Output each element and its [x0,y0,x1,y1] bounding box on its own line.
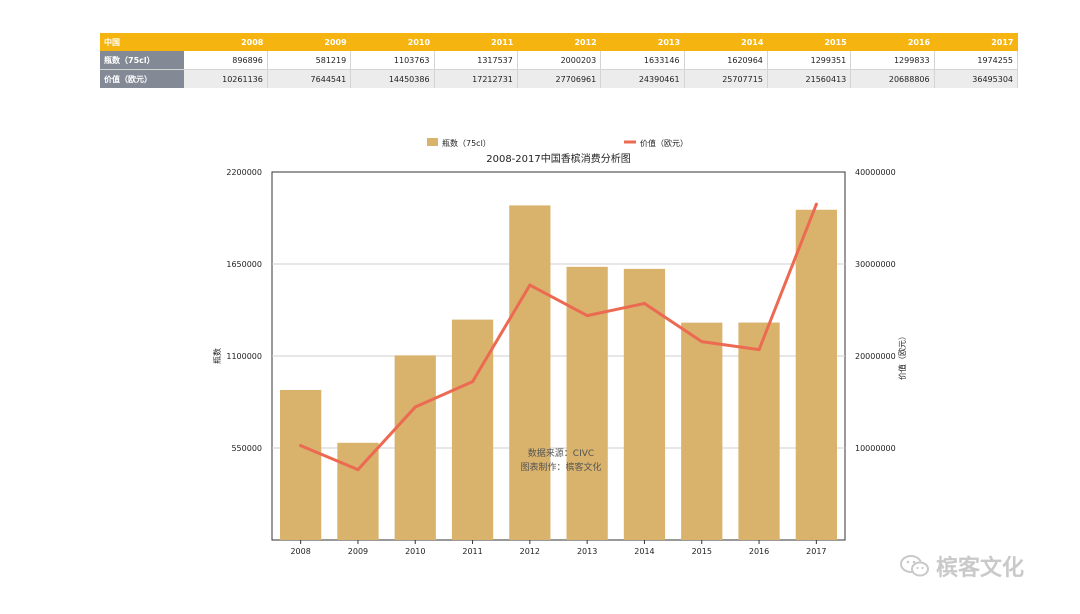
bar [394,355,436,540]
x-tick-label: 2013 [577,547,597,556]
y-tick-label-right: 30000000 [855,260,896,269]
line-point [413,405,417,409]
line-point [356,468,360,472]
wechat-icon [900,555,929,577]
y-tick-label-left: 2200000 [226,168,262,177]
x-tick-label: 2015 [692,547,712,556]
y-axis-label-right: 价值（欧元） [897,332,907,380]
y-axis-label-left: 瓶数 [212,348,222,364]
bar [681,322,723,540]
y-tick-label-right: 40000000 [855,168,896,177]
bar [451,319,494,540]
legend-label-line: 价值（欧元） [640,138,688,148]
x-tick-label: 2008 [290,547,310,556]
y-tick-label-right: 20000000 [855,352,896,361]
x-tick-label: 2011 [462,547,482,556]
line-point [700,340,704,344]
bar [280,389,322,540]
line-point [299,444,303,448]
line-point [528,283,532,287]
watermark: 槟客文化 [900,550,1024,582]
x-tick-label: 2009 [348,547,368,556]
bar [738,322,780,540]
y-tick-label-right: 10000000 [855,444,896,453]
line-point [642,301,646,305]
x-tick-label: 2012 [520,547,540,556]
x-tick-label: 2010 [405,547,425,556]
line-point [585,314,589,318]
legend-label-bar: 瓶数（75cl） [442,138,491,148]
line-point [814,202,818,206]
bar [623,268,666,540]
x-tick-label: 2014 [634,547,654,556]
bar [795,209,837,540]
y-tick-label-left: 1100000 [226,352,262,361]
combo-chart: 550000 1100000 1650000 2200000 10000000 20000… [212,138,907,556]
bar [509,205,551,540]
annotation-credit: 图表制作：槟客文化 [520,461,601,473]
x-tick-label: 2017 [806,547,826,556]
x-tick-label: 2016 [749,547,769,556]
y-tick-label-left: 1650000 [226,260,262,269]
line-point [471,380,475,384]
line-point [757,348,761,352]
annotation-source: 数据来源：CIVC [528,447,594,459]
watermark-text: 槟客文化 [936,556,1025,581]
legend-swatch-bar [427,138,438,146]
y-tick-label-left: 550000 [231,444,262,453]
bar [337,442,379,540]
chart-title: 2008-2017中国香槟消费分析图 [486,152,631,165]
